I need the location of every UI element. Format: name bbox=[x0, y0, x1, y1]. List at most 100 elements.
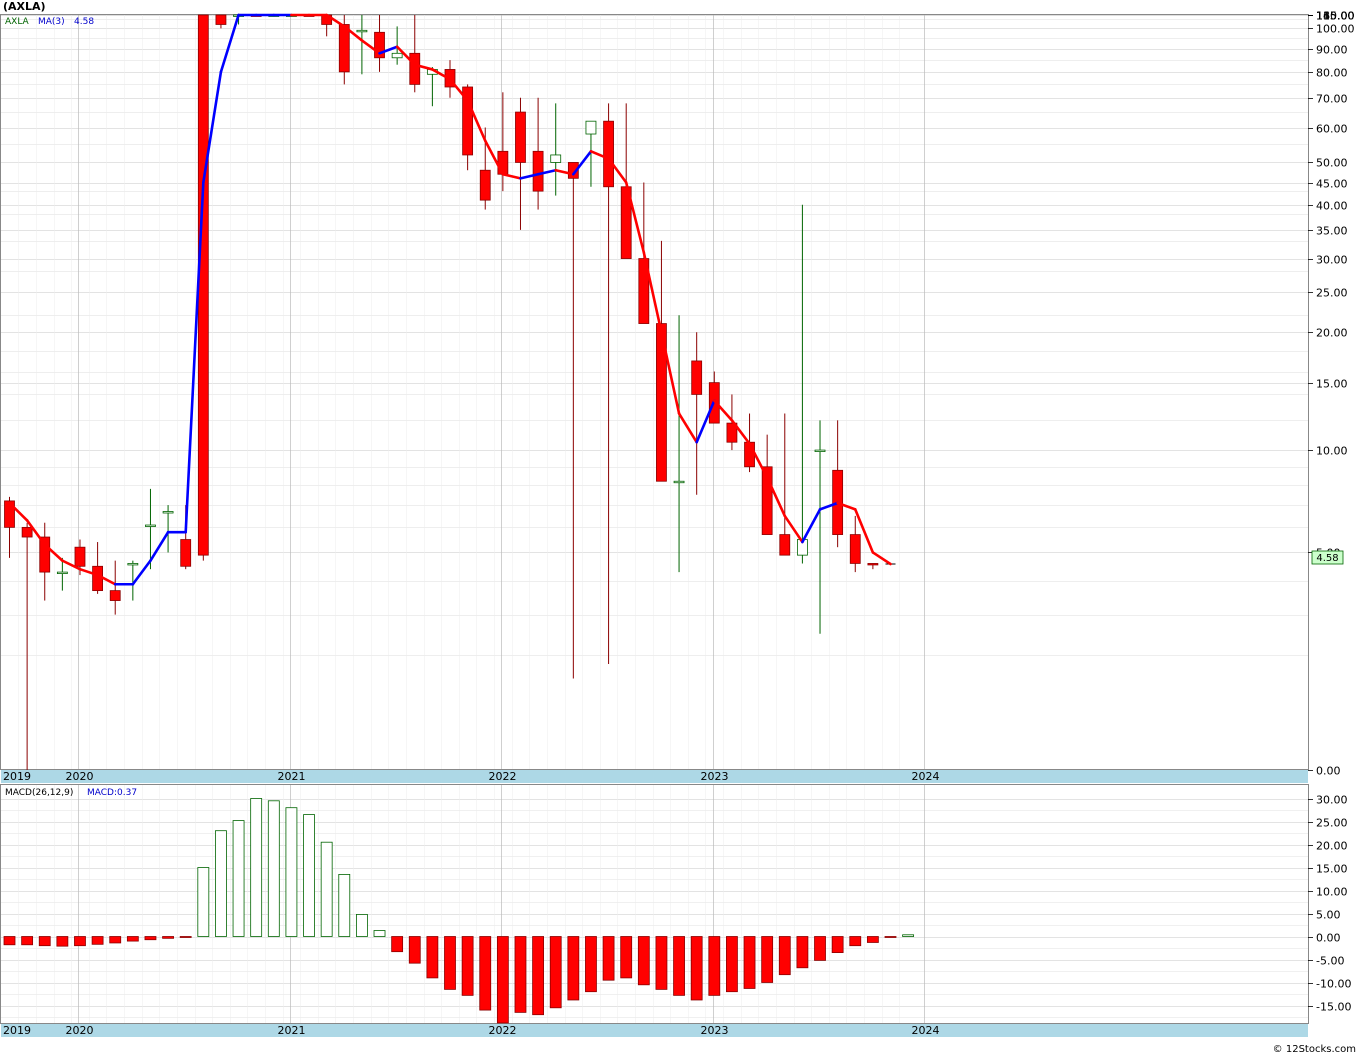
candle-up bbox=[127, 563, 139, 566]
macd-bar-negative bbox=[690, 936, 703, 1001]
price-tick-label: 40.00 bbox=[1316, 200, 1348, 213]
x-year-label: 2021 bbox=[278, 770, 306, 783]
macd-bar-negative bbox=[796, 936, 809, 969]
macd-bar-negative bbox=[109, 936, 122, 944]
macd-bar-positive bbox=[373, 930, 386, 937]
macd-bar-positive bbox=[267, 800, 280, 937]
macd-legend-value: MACD:0.37 bbox=[87, 788, 137, 798]
macd-bar-negative bbox=[866, 936, 879, 943]
macd-bar-negative bbox=[708, 936, 721, 996]
macd-y-axis: 30.00 25.00 20.00 15.00 10.00 5.00 0.00 -5.00 -1… bbox=[1308, 794, 1351, 1014]
candle-down bbox=[603, 120, 614, 188]
price-tick-label: 115.00 bbox=[1316, 10, 1355, 23]
price-tick-label: 60.00 bbox=[1316, 123, 1348, 136]
macd-bar-negative bbox=[585, 936, 597, 993]
candle-up bbox=[391, 52, 403, 59]
macd-bar-positive bbox=[355, 914, 368, 937]
candle-up bbox=[356, 29, 368, 33]
candle-up bbox=[814, 449, 826, 452]
macd-bar-negative bbox=[726, 936, 738, 993]
macd-tick-label: 20.00 bbox=[1316, 840, 1348, 853]
macd-bar-negative bbox=[426, 936, 439, 979]
x-year-label: 2024 bbox=[912, 1024, 940, 1037]
candle-down bbox=[109, 590, 121, 601]
x-year-label: 2019 bbox=[3, 770, 31, 783]
macd-bar-positive bbox=[338, 874, 351, 937]
macd-tick-label: 5.00 bbox=[1316, 909, 1341, 922]
price-tick-label: 90.00 bbox=[1316, 44, 1348, 57]
macd-bar-negative bbox=[814, 936, 826, 961]
x-year-label: 2023 bbox=[701, 770, 729, 783]
macd-bars bbox=[3, 798, 915, 1024]
macd-bar-negative bbox=[849, 936, 862, 947]
macd-bar-negative bbox=[761, 936, 774, 983]
candle-up bbox=[585, 120, 597, 135]
candle-down bbox=[180, 539, 192, 567]
x-year-label: 2019 bbox=[3, 1024, 31, 1037]
macd-bar-negative bbox=[496, 936, 509, 1024]
macd-bar-negative bbox=[514, 936, 527, 1013]
candle-down bbox=[21, 526, 33, 538]
candle-down bbox=[867, 563, 879, 566]
price-tick-label: 100.00 bbox=[1316, 23, 1355, 36]
ma3-segment bbox=[871, 551, 892, 566]
x-year-label: 2022 bbox=[489, 770, 517, 783]
candle-up bbox=[56, 571, 68, 574]
last-price-label: 4.58 bbox=[1316, 553, 1338, 564]
macd-tick-label: 10.00 bbox=[1316, 886, 1348, 899]
x-year-label: 2021 bbox=[278, 1024, 306, 1037]
macd-bar-positive bbox=[215, 830, 227, 937]
macd-tick-label: 25.00 bbox=[1316, 817, 1348, 830]
price-grid bbox=[1, 15, 1308, 771]
macd-bar-positive bbox=[902, 934, 915, 937]
candle-up bbox=[673, 480, 685, 484]
candle-down bbox=[691, 360, 703, 395]
macd-bar-negative bbox=[778, 936, 791, 976]
chart-svg: 2019 2020 2021 2022 2023 2024 2019 2020 2021 202… bbox=[0, 10, 1355, 1037]
macd-bar-positive bbox=[285, 807, 298, 937]
macd-bar-negative bbox=[74, 936, 86, 947]
x-year-label: 2024 bbox=[912, 770, 940, 783]
candle-down bbox=[338, 24, 350, 73]
price-y-axis: 165.00145.00130.00115.00100.0090.0080.00… bbox=[1308, 10, 1355, 778]
candle-down bbox=[215, 14, 227, 25]
macd-tick-label: 30.00 bbox=[1316, 794, 1348, 807]
price-panel-frame bbox=[0, 14, 1309, 770]
macd-x-axis-band bbox=[1, 1024, 1308, 1037]
macd-tick-label: -10.00 bbox=[1316, 978, 1351, 991]
macd-bar-negative bbox=[620, 936, 633, 979]
macd-bar-negative bbox=[532, 936, 544, 1016]
price-tick-label: 15.00 bbox=[1316, 378, 1348, 391]
macd-bar-negative bbox=[602, 936, 615, 981]
price-tick-label: 10.00 bbox=[1316, 445, 1348, 458]
x-year-label: 2023 bbox=[701, 1024, 729, 1037]
macd-bar-negative bbox=[126, 936, 139, 942]
candle-up bbox=[550, 154, 562, 163]
macd-bar-negative bbox=[637, 936, 650, 986]
price-legend-symbol: AXLA bbox=[5, 17, 30, 27]
ma3-segment bbox=[501, 172, 522, 180]
macd-bar-positive bbox=[303, 814, 315, 937]
candle-down bbox=[74, 546, 86, 567]
macd-bar-negative bbox=[567, 936, 580, 1001]
price-tick-label: 50.00 bbox=[1316, 157, 1348, 170]
ma3-segment bbox=[801, 508, 822, 544]
x-year-label: 2020 bbox=[66, 770, 94, 783]
x-year-label: 2022 bbox=[489, 1024, 517, 1037]
price-tick-label: 80.00 bbox=[1316, 67, 1348, 80]
macd-bar-positive bbox=[232, 820, 245, 937]
macd-tick-label: -5.00 bbox=[1316, 955, 1344, 968]
price-legend-ma: MA(3) bbox=[38, 17, 65, 27]
macd-bar-positive bbox=[197, 867, 210, 937]
candle-down bbox=[532, 150, 544, 192]
candle-up bbox=[162, 511, 174, 514]
macd-bar-positive bbox=[320, 841, 333, 937]
ma3-segment bbox=[677, 412, 698, 444]
macd-bar-negative bbox=[391, 936, 404, 953]
price-tick-label: 30.00 bbox=[1316, 254, 1348, 267]
macd-bar-negative bbox=[21, 936, 34, 946]
macd-bar-negative bbox=[461, 936, 474, 996]
candle-down bbox=[779, 534, 791, 556]
macd-bar-negative bbox=[444, 936, 456, 990]
macd-tick-label: 15.00 bbox=[1316, 863, 1348, 876]
